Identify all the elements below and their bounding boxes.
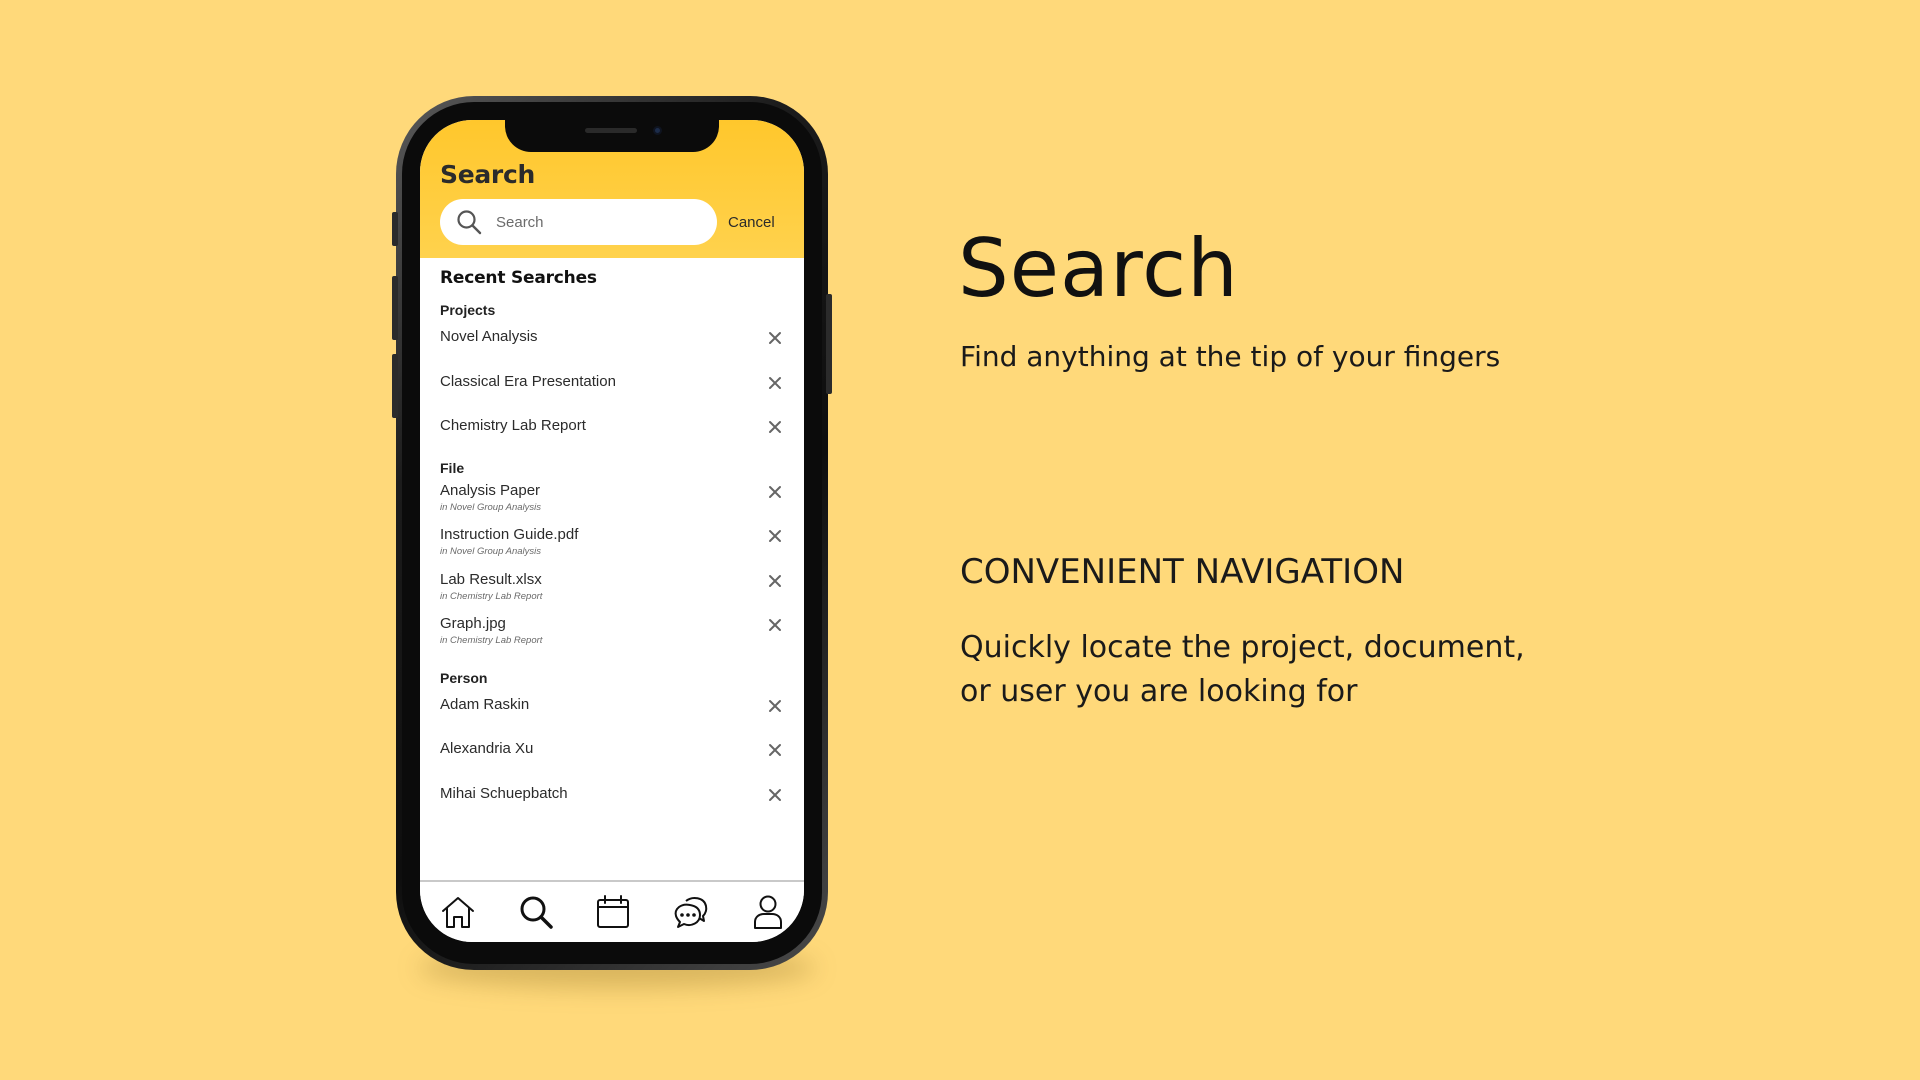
list-item[interactable]: Analysis Paper in Novel Group Analysis <box>440 476 784 521</box>
close-icon <box>769 530 781 542</box>
phone-mockup: Search Cancel Recent Searches P <box>392 96 832 970</box>
phone-bezel: Search Cancel Recent Searches P <box>402 102 822 964</box>
tab-chat[interactable] <box>671 892 711 932</box>
remove-button[interactable] <box>762 612 788 638</box>
projects-group: Projects Novel Analysis Classical Era Pr… <box>440 302 784 452</box>
remove-button[interactable] <box>762 479 788 505</box>
search-input[interactable] <box>496 213 676 231</box>
list-item[interactable]: Mihai Schuepbatch <box>440 775 784 820</box>
remove-button[interactable] <box>762 568 788 594</box>
remove-button[interactable] <box>762 782 788 808</box>
item-location: in Novel Group Analysis <box>440 501 542 513</box>
remove-button[interactable] <box>762 370 788 396</box>
item-label: Lab Result.xlsx <box>440 570 542 588</box>
slide-subtitle: Find anything at the tip of your fingers <box>960 340 1501 373</box>
remove-button[interactable] <box>762 523 788 549</box>
tab-calendar[interactable] <box>593 892 633 932</box>
close-icon <box>769 332 781 344</box>
chat-icon <box>674 897 707 928</box>
close-icon <box>769 421 781 433</box>
search-icon <box>457 210 482 235</box>
feature-title: CONVENIENT NAVIGATION <box>960 552 1405 592</box>
item-label: Classical Era Presentation <box>440 372 616 390</box>
search-icon <box>520 896 553 929</box>
list-item[interactable]: Graph.jpg in Chemistry Lab Report <box>440 609 784 654</box>
group-heading-projects: Projects <box>440 302 496 318</box>
volume-up-button <box>392 276 398 340</box>
list-item[interactable]: Alexandria Xu <box>440 730 784 775</box>
files-group: File Analysis Paper in Novel Group Analy… <box>440 460 784 654</box>
recent-searches-list: Recent Searches Projects Novel Analysis … <box>420 258 804 819</box>
item-label: Instruction Guide.pdf <box>440 526 579 543</box>
close-icon <box>769 788 781 801</box>
list-item[interactable]: Adam Raskin <box>440 686 784 731</box>
tab-home[interactable] <box>438 892 478 932</box>
page-title: Search <box>440 160 535 189</box>
close-icon <box>769 744 781 756</box>
volume-down-button <box>392 354 398 418</box>
profile-icon <box>754 895 782 929</box>
phone-notch <box>505 120 719 152</box>
item-label: Alexandria Xu <box>440 740 534 757</box>
search-row: Cancel <box>440 199 784 245</box>
item-location: in Novel Group Analysis <box>440 546 542 557</box>
close-icon <box>769 699 781 712</box>
list-item[interactable]: Chemistry Lab Report <box>440 407 784 452</box>
slide-title: Search <box>958 222 1239 315</box>
item-label: Mihai Schuepbatch <box>440 784 568 802</box>
remove-button[interactable] <box>762 414 788 440</box>
remove-button[interactable] <box>762 737 788 763</box>
group-heading-file: File <box>440 459 465 476</box>
group-heading-person: Person <box>440 669 488 686</box>
remove-button[interactable] <box>762 693 788 719</box>
item-label: Novel Analysis <box>440 328 538 345</box>
item-label: Analysis Paper <box>440 481 541 499</box>
close-icon <box>769 485 781 498</box>
home-icon <box>442 897 474 928</box>
item-location: in Chemistry Lab Report <box>440 590 543 602</box>
tab-search[interactable] <box>516 892 556 932</box>
close-icon <box>769 574 781 587</box>
speaker-grille <box>585 128 637 133</box>
search-bar[interactable] <box>440 199 717 245</box>
phone-screen: Search Cancel Recent Searches P <box>420 120 804 942</box>
power-button <box>826 294 832 394</box>
tab-profile[interactable] <box>748 892 788 932</box>
list-item[interactable]: Lab Result.xlsx in Chemistry Lab Report <box>440 565 784 610</box>
remove-button[interactable] <box>762 325 788 351</box>
close-icon <box>769 619 781 631</box>
item-label: Chemistry Lab Report <box>440 417 586 434</box>
close-icon <box>769 376 781 389</box>
front-camera <box>653 126 662 135</box>
list-item[interactable]: Instruction Guide.pdf in Novel Group Ana… <box>440 520 784 565</box>
section-title: Recent Searches <box>440 268 597 288</box>
item-location: in Chemistry Lab Report <box>440 635 543 646</box>
feature-description: Quickly locate the project, document, or… <box>960 630 1525 709</box>
list-item[interactable]: Novel Analysis <box>440 318 784 363</box>
silent-switch <box>392 212 398 246</box>
item-label: Graph.jpg <box>440 615 506 632</box>
list-item[interactable]: Classical Era Presentation <box>440 363 784 408</box>
calendar-icon <box>597 895 629 928</box>
item-label: Adam Raskin <box>440 695 530 713</box>
people-group: Person Adam Raskin Alexandria Xu Mihai S… <box>440 670 784 820</box>
tab-bar <box>420 880 804 942</box>
cancel-button[interactable]: Cancel <box>728 214 775 231</box>
